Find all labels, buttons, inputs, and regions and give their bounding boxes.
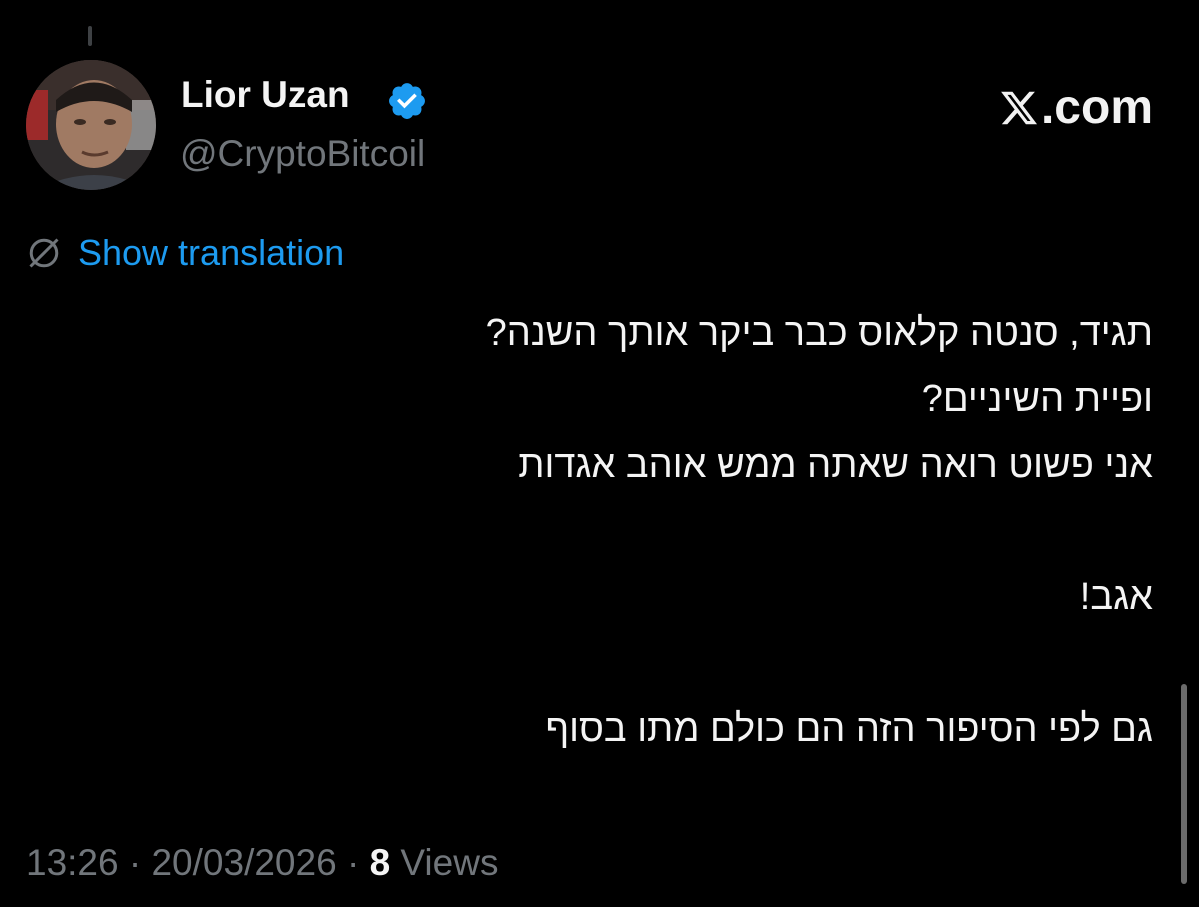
author-display-name[interactable]: Lior Uzan bbox=[181, 74, 350, 116]
globe-icon bbox=[29, 238, 59, 268]
tweet-time[interactable]: 13:26 bbox=[26, 842, 119, 883]
tweet-line: אני פשוט רואה שאתה ממש אוהב אגדות bbox=[518, 444, 1153, 486]
tweet-line: ופיית השיניים? bbox=[921, 378, 1153, 420]
tweet-date[interactable]: 20/03/2026 bbox=[151, 842, 336, 883]
brand-watermark: .com bbox=[999, 80, 1153, 135]
thread-connector-line bbox=[88, 26, 92, 46]
tweet-line: תגיד, סנטה קלאוס כבר ביקר אותך השנה? bbox=[485, 312, 1153, 354]
views-label: Views bbox=[400, 842, 499, 883]
brand-domain: .com bbox=[1040, 81, 1153, 134]
x-logo-icon bbox=[1001, 91, 1038, 124]
meta-separator: · bbox=[346, 842, 360, 883]
avatar[interactable] bbox=[26, 60, 156, 190]
scrollbar[interactable] bbox=[1181, 684, 1187, 884]
tweet-line: אגב! bbox=[1079, 576, 1153, 618]
meta-separator: · bbox=[128, 842, 142, 883]
tweet-meta: 13:26 · 20/03/2026 · 8 Views bbox=[26, 842, 498, 884]
show-translation-row[interactable]: Show translation bbox=[26, 232, 344, 274]
tweet-text: תגיד, סנטה קלאוס כבר ביקר אותך השנה? ופי… bbox=[153, 300, 1153, 762]
views-count: 8 bbox=[369, 842, 391, 883]
verified-badge-icon bbox=[389, 83, 425, 119]
author-handle[interactable]: @CryptoBitcoil bbox=[180, 133, 425, 175]
show-translation-link[interactable]: Show translation bbox=[78, 232, 344, 274]
avatar-photo bbox=[26, 60, 156, 190]
tweet-line: גם לפי הסיפור הזה הם כולם מתו בסוף bbox=[545, 708, 1153, 750]
